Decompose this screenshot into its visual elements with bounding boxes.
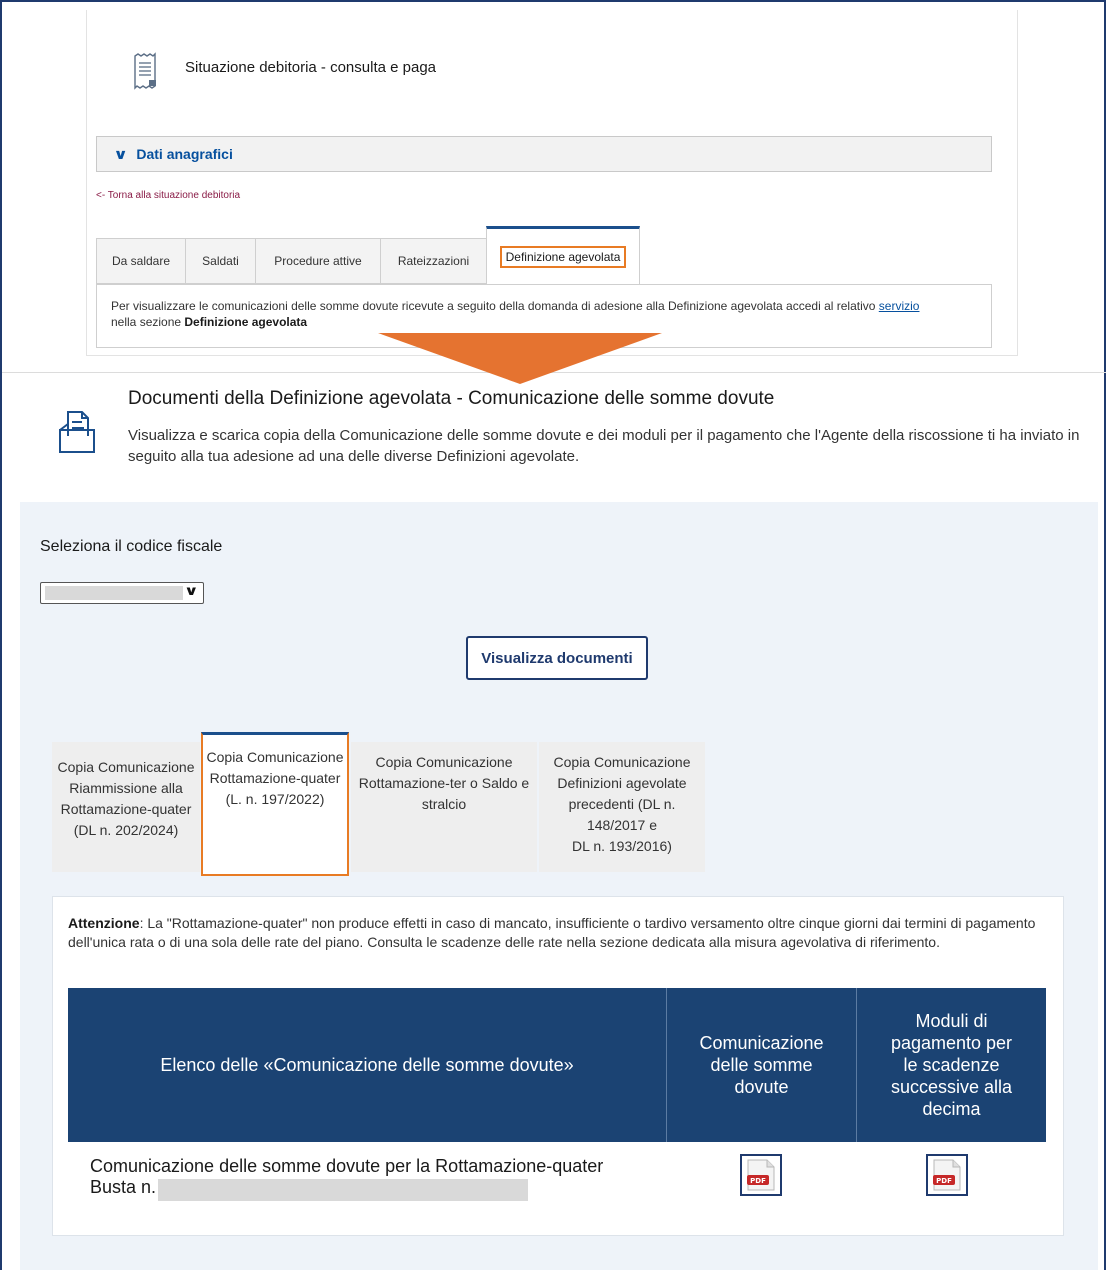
warning-text: Attenzione: La "Rottamazione-quater" non… xyxy=(68,915,1036,950)
redacted-busta-number xyxy=(158,1179,528,1201)
tab-riammissione-rottamazione-quater[interactable]: Copia Comunicazione Riammissione alla Ro… xyxy=(52,742,200,872)
codice-fiscale-label: Seleziona il codice fiscale xyxy=(40,538,223,555)
documents-icon xyxy=(59,411,95,453)
header-moduli-pagamento: Moduli di pagamento per le scadenze succ… xyxy=(890,1011,1013,1119)
section-description: Visualizza e scarica copia della Comunic… xyxy=(128,427,1080,465)
tab-rottamazione-ter-saldo-stralcio[interactable]: Copia Comunicazione Rottamazione-ter o S… xyxy=(351,742,537,872)
section-title: Documenti della Definizione agevolata - … xyxy=(128,388,775,409)
svg-text:PDF: PDF xyxy=(750,1177,766,1185)
redacted-value xyxy=(45,586,183,600)
pdf-icon[interactable]: PDF xyxy=(926,1154,968,1196)
table-header: Elenco delle «Comunicazione delle somme … xyxy=(68,988,1046,1142)
header-comunicazione: Comunicazione delle somme dovute xyxy=(699,1033,824,1097)
header-elenco: Elenco delle «Comunicazione delle somme … xyxy=(160,1055,574,1075)
chevron-down-icon: ∨ xyxy=(184,583,200,598)
tab-definizioni-precedenti[interactable]: Copia Comunicazione Definizioni agevolat… xyxy=(539,742,705,872)
pdf-icon[interactable]: PDF xyxy=(740,1154,782,1196)
tab-rottamazione-quater[interactable]: Copia Comunicazione Rottamazione-quater … xyxy=(201,732,349,876)
svg-text:PDF: PDF xyxy=(936,1177,952,1185)
arrow-down-icon xyxy=(378,333,662,384)
codice-fiscale-select[interactable]: ∨ xyxy=(40,582,204,604)
visualizza-documenti-button[interactable]: Visualizza documenti xyxy=(466,636,648,680)
